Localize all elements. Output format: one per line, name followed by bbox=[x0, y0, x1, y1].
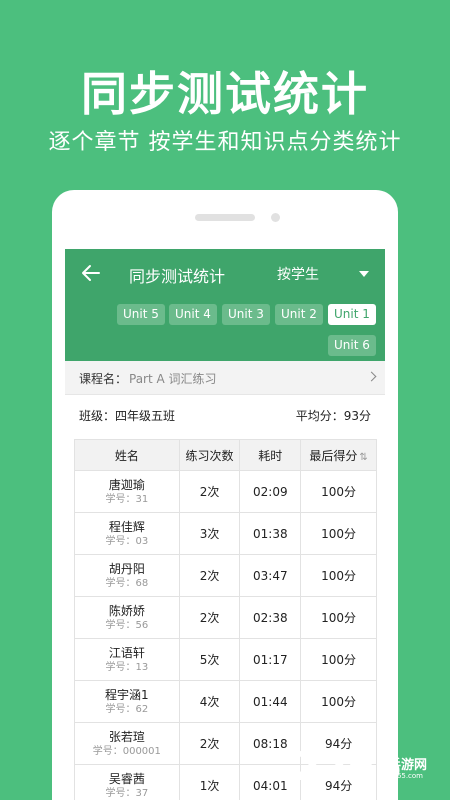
cell-count: 5次 bbox=[178, 638, 241, 681]
col-header-time: 耗时 bbox=[239, 439, 302, 471]
cell-count: 3次 bbox=[178, 512, 241, 555]
app-title: 同步测试统计 bbox=[129, 267, 226, 286]
cell-student: 陈娇娇 学号：56 bbox=[74, 596, 180, 639]
cell-time: 02:38 bbox=[239, 596, 302, 639]
cell-student: 胡丹阳 学号：68 bbox=[74, 554, 180, 597]
student-name: 唐迦瑜 bbox=[108, 477, 145, 492]
cell-count: 2次 bbox=[178, 470, 241, 513]
cell-count: 1次 bbox=[178, 764, 241, 800]
cell-score: 100分 bbox=[300, 680, 377, 723]
table-row[interactable]: 江语轩 学号：13 5次 01:17 100分 bbox=[74, 638, 377, 681]
unit-chip-3[interactable]: Unit 3 bbox=[222, 304, 270, 325]
cell-score: 100分 bbox=[300, 638, 377, 681]
table-row[interactable]: 陈娇娇 学号：56 2次 02:38 100分 bbox=[74, 596, 377, 639]
caret-down-icon[interactable] bbox=[359, 271, 369, 277]
cell-student: 张若瑄 学号：000001 bbox=[74, 722, 180, 765]
student-name: 程佳辉 bbox=[108, 519, 145, 534]
student-name: 程宇涵1 bbox=[105, 687, 149, 702]
cell-time: 08:18 bbox=[239, 722, 302, 765]
phone-frame: 同步测试统计 按学生 Unit 5 Unit 4 Unit 3 Unit 2 U… bbox=[52, 190, 398, 800]
cell-time: 04:01 bbox=[239, 764, 302, 800]
student-name: 吴睿茜 bbox=[108, 771, 145, 786]
col-header-score[interactable]: 最后得分 ⇅ bbox=[300, 439, 377, 471]
cell-score: 100分 bbox=[300, 470, 377, 513]
promo-headline: 同步测试统计 bbox=[81, 67, 369, 121]
student-id: 学号：31 bbox=[105, 493, 149, 505]
cell-count: 2次 bbox=[178, 596, 241, 639]
site-watermark: 2265 手游网 2265.com bbox=[294, 742, 434, 790]
cell-student: 程宇涵1 学号：62 bbox=[74, 680, 180, 723]
cell-time: 01:38 bbox=[239, 512, 302, 555]
back-arrow-icon[interactable] bbox=[79, 261, 103, 285]
cell-score: 100分 bbox=[300, 554, 377, 597]
table-row[interactable]: 程佳辉 学号：03 3次 01:38 100分 bbox=[74, 512, 377, 555]
col-header-count: 练习次数 bbox=[178, 439, 241, 471]
app-bar: 同步测试统计 按学生 Unit 5 Unit 4 Unit 3 Unit 2 U… bbox=[65, 249, 385, 361]
mode-select[interactable]: 按学生 bbox=[277, 264, 319, 284]
cell-time: 03:47 bbox=[239, 554, 302, 597]
sort-icon[interactable]: ⇅ bbox=[359, 452, 367, 463]
watermark-url: 2265.com bbox=[388, 772, 423, 780]
course-row[interactable]: 课程名： Part A 词汇练习 bbox=[65, 361, 385, 395]
col-header-score-label: 最后得分 bbox=[309, 448, 358, 463]
student-id: 学号：56 bbox=[105, 619, 149, 631]
unit-chip-5[interactable]: Unit 5 bbox=[117, 304, 165, 325]
student-id: 学号：000001 bbox=[92, 745, 161, 757]
cell-time: 01:44 bbox=[239, 680, 302, 723]
unit-chip-1[interactable]: Unit 1 bbox=[328, 304, 376, 325]
cell-count: 2次 bbox=[178, 722, 241, 765]
phone-camera bbox=[271, 213, 280, 222]
course-label: 课程名： bbox=[79, 372, 128, 386]
table-row[interactable]: 程宇涵1 学号：62 4次 01:44 100分 bbox=[74, 680, 377, 723]
watermark-number: 2265 bbox=[294, 744, 402, 790]
student-name: 胡丹阳 bbox=[108, 561, 145, 576]
student-id: 学号：37 bbox=[105, 787, 149, 799]
cell-score: 100分 bbox=[300, 512, 377, 555]
unit-chip-4[interactable]: Unit 4 bbox=[169, 304, 217, 325]
student-name: 张若瑄 bbox=[108, 729, 145, 744]
cell-student: 程佳辉 学号：03 bbox=[74, 512, 180, 555]
promo-subline: 逐个章节 按学生和知识点分类统计 bbox=[48, 130, 402, 155]
unit-chip-2[interactable]: Unit 2 bbox=[275, 304, 323, 325]
cell-score: 100分 bbox=[300, 596, 377, 639]
table-row[interactable]: 唐迦瑜 学号：31 2次 02:09 100分 bbox=[74, 470, 377, 513]
cell-count: 2次 bbox=[178, 554, 241, 597]
cell-student: 吴睿茜 学号：37 bbox=[74, 764, 180, 800]
course-value: Part A 词汇练习 bbox=[129, 372, 217, 386]
summary-row: 班级：四年级五班 平均分：93分 bbox=[65, 395, 385, 433]
student-id: 学号：62 bbox=[105, 703, 149, 715]
cell-student: 江语轩 学号：13 bbox=[74, 638, 180, 681]
student-id: 学号：13 bbox=[105, 661, 149, 673]
app-screen: 同步测试统计 按学生 Unit 5 Unit 4 Unit 3 Unit 2 U… bbox=[65, 249, 385, 800]
col-header-name: 姓名 bbox=[74, 439, 180, 471]
cell-time: 01:17 bbox=[239, 638, 302, 681]
student-id: 学号：68 bbox=[105, 577, 149, 589]
watermark-text: 手游网 bbox=[388, 758, 428, 773]
average-score: 平均分：93分 bbox=[295, 409, 371, 423]
table-row[interactable]: 胡丹阳 学号：68 2次 03:47 100分 bbox=[74, 554, 377, 597]
student-id: 学号：03 bbox=[105, 535, 149, 547]
phone-speaker bbox=[195, 214, 255, 221]
cell-time: 02:09 bbox=[239, 470, 302, 513]
chevron-right-icon bbox=[366, 371, 377, 382]
student-name: 陈娇娇 bbox=[108, 603, 145, 618]
student-name: 江语轩 bbox=[108, 645, 145, 660]
cell-student: 唐迦瑜 学号：31 bbox=[74, 470, 180, 513]
table-header-row: 姓名 练习次数 耗时 最后得分 ⇅ bbox=[74, 439, 377, 471]
unit-chip-6[interactable]: Unit 6 bbox=[328, 335, 376, 356]
class-name: 班级：四年级五班 bbox=[79, 409, 176, 423]
cell-count: 4次 bbox=[178, 680, 241, 723]
